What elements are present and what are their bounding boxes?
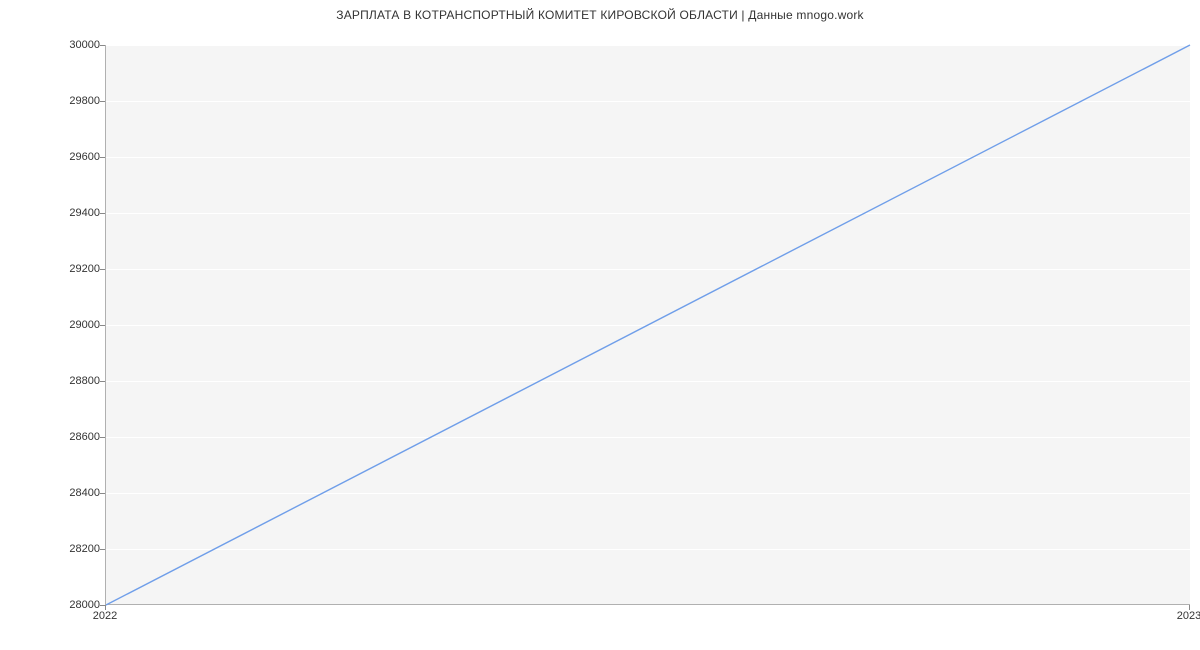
y-tick-label: 29000 bbox=[45, 319, 100, 331]
x-tick-label: 2022 bbox=[93, 610, 117, 622]
y-tick-label: 29600 bbox=[45, 151, 100, 163]
y-tick-label: 29200 bbox=[45, 263, 100, 275]
y-tick-label: 30000 bbox=[45, 39, 100, 51]
y-tick-label: 29400 bbox=[45, 207, 100, 219]
y-tick-label: 28400 bbox=[45, 487, 100, 499]
chart-container: ЗАРПЛАТА В КОТРАНСПОРТНЫЙ КОМИТЕТ КИРОВС… bbox=[0, 0, 1200, 650]
x-tick-mark bbox=[1189, 605, 1190, 610]
y-tick-label: 28600 bbox=[45, 431, 100, 443]
y-tick-label: 28200 bbox=[45, 543, 100, 555]
x-tick-label: 2023 bbox=[1177, 610, 1200, 622]
y-tick-label: 28800 bbox=[45, 375, 100, 387]
y-tick-label: 28000 bbox=[45, 599, 100, 611]
x-tick-mark bbox=[105, 605, 106, 610]
y-tick-label: 29800 bbox=[45, 95, 100, 107]
plot-area bbox=[105, 45, 1190, 605]
chart-title: ЗАРПЛАТА В КОТРАНСПОРТНЫЙ КОМИТЕТ КИРОВС… bbox=[0, 8, 1200, 22]
line-series bbox=[106, 45, 1190, 604]
